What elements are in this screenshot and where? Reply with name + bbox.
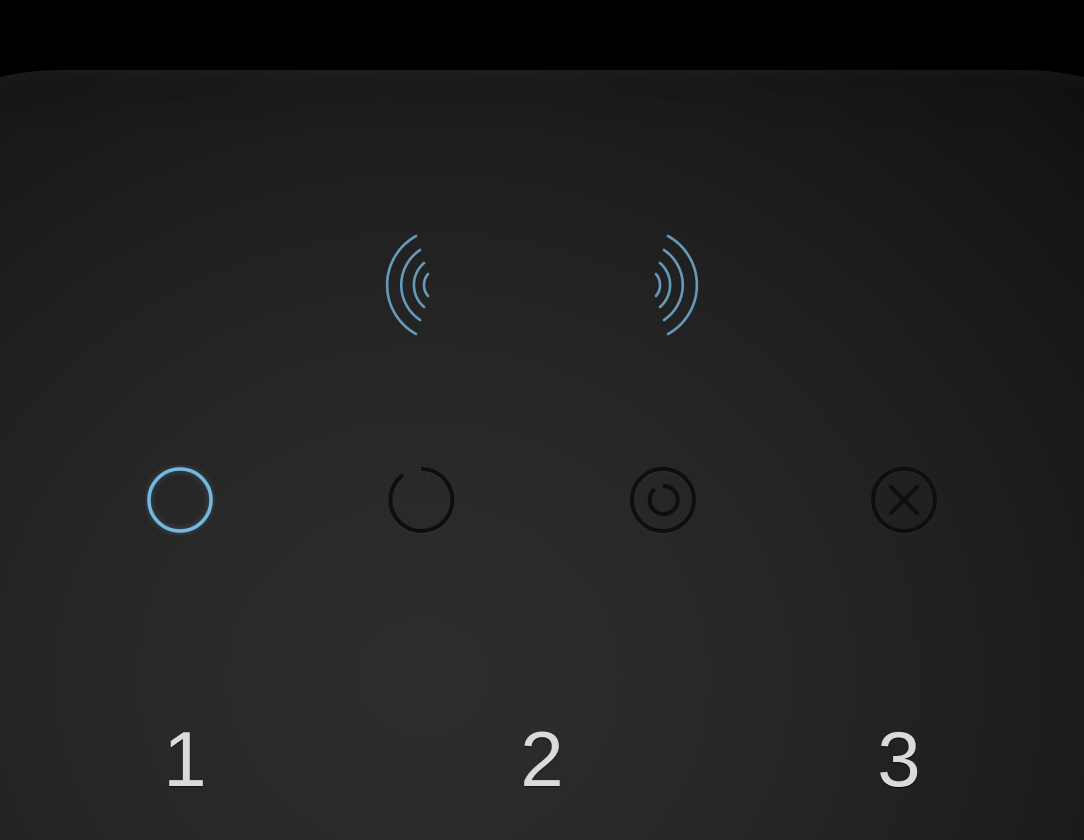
- keypad-key-3[interactable]: 3: [864, 720, 934, 798]
- disarmed-indicator-icon: [145, 465, 215, 535]
- keypad-device-photo: 1 2 3: [0, 0, 1084, 840]
- contactless-reader-row: [0, 230, 1084, 340]
- keypad-key-2[interactable]: 2: [507, 720, 577, 798]
- keypad-number-row-1: 1 2 3: [0, 720, 1084, 798]
- armed-indicator-icon: [386, 465, 456, 535]
- status-indicator-row: [0, 465, 1084, 535]
- reader-arcs-right-icon: [642, 230, 732, 340]
- night-mode-indicator-icon: [628, 465, 698, 535]
- keypad-key-1[interactable]: 1: [150, 720, 220, 798]
- fault-indicator-icon: [869, 465, 939, 535]
- reader-arcs-left-icon: [352, 230, 442, 340]
